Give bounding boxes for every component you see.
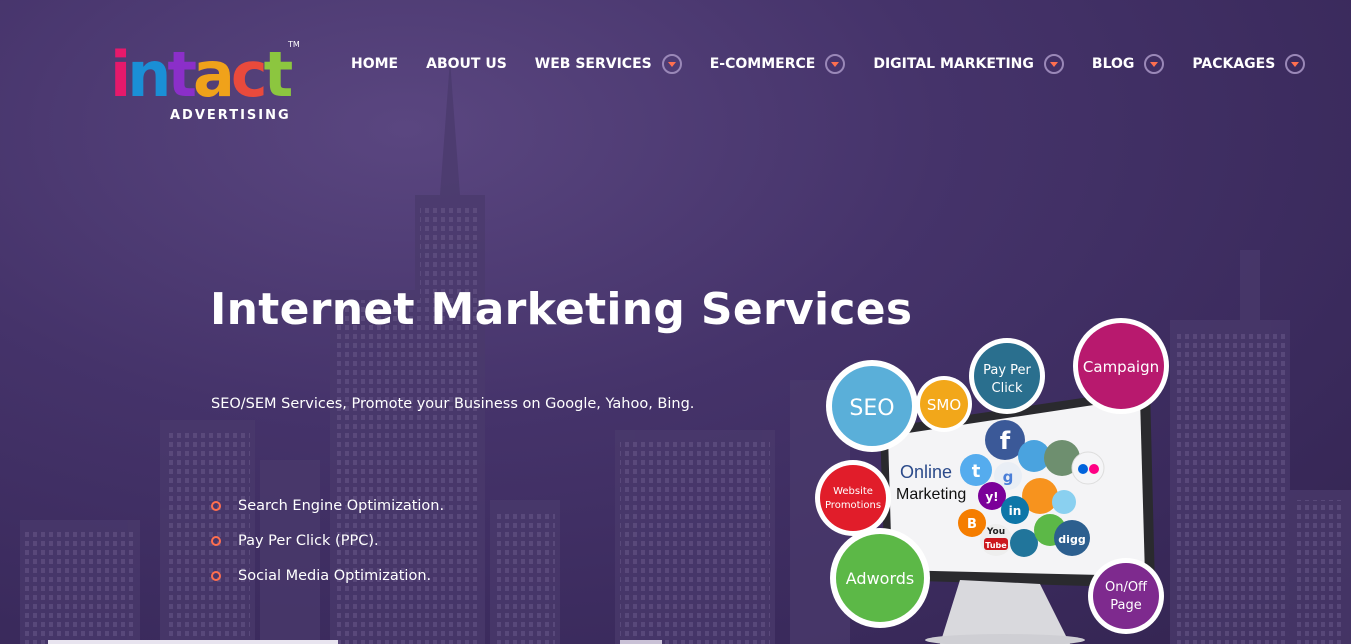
online-marketing-illustration: Online Marketing f t g y! in B You Tube …	[815, 318, 1169, 644]
bubble-label: Pay Per	[983, 363, 1031, 378]
feature-list: Search Engine Optimization. Pay Per Clic…	[211, 488, 444, 593]
bubble-label: Promotions	[825, 500, 881, 511]
slider-indicator	[620, 640, 662, 644]
nav-label: PACKAGES	[1192, 56, 1276, 72]
circle-bullet-icon	[211, 500, 221, 511]
nav-home[interactable]: HOME	[351, 56, 398, 72]
bubble-label: Adwords	[846, 569, 914, 588]
logo-wordmark: intact	[110, 38, 294, 111]
chevron-down-icon[interactable]	[661, 54, 682, 74]
bubble-label: Page	[1110, 598, 1141, 613]
feature-item: Search Engine Optimization.	[211, 488, 444, 523]
chevron-down-icon[interactable]	[1285, 54, 1306, 74]
nav-label: WEB SERVICES	[534, 56, 652, 72]
youtube-icon-bottom: Tube	[985, 541, 1007, 550]
screen-text-online: Online	[900, 462, 952, 482]
main-navigation: HOME ABOUT US WEB SERVICES E-COMMERCE DI…	[351, 52, 1333, 76]
logo-trademark: TM	[288, 40, 300, 49]
bubble-on-off-page: On/Off Page	[1088, 558, 1164, 634]
twitter-icon: t	[972, 461, 981, 482]
bubble-seo: SEO	[826, 360, 918, 452]
hero-subtitle: SEO/SEM Services, Promote your Business …	[211, 396, 695, 412]
nav-packages[interactable]: PACKAGES	[1192, 54, 1306, 74]
bubble-smo: SMO	[916, 376, 972, 432]
logo-letter: a	[193, 38, 235, 111]
circle-bullet-icon	[211, 570, 221, 581]
bubble-label: Click	[992, 381, 1023, 396]
nav-label: ABOUT US	[426, 56, 507, 72]
intact-advertising-logo[interactable]: intact TM ADVERTISING	[110, 40, 310, 130]
hero-title: Internet Marketing Services	[210, 284, 913, 335]
logo-letter: c	[230, 38, 268, 111]
bubble-label: On/Off	[1105, 580, 1148, 595]
bubble-pay-per-click: Pay Per Click	[969, 338, 1045, 414]
circle-bullet-icon	[211, 535, 221, 546]
feature-item: Social Media Optimization.	[211, 558, 444, 593]
feature-item: Pay Per Click (PPC).	[211, 523, 444, 558]
logo-letter: t	[263, 38, 294, 111]
slider-progress-bar	[48, 640, 338, 644]
bubble-label: Campaign	[1083, 358, 1159, 376]
bubble-label: Website	[833, 486, 873, 497]
nav-label: HOME	[351, 56, 399, 72]
screen-text-marketing: Marketing	[896, 486, 966, 503]
nav-blog[interactable]: BLOG	[1092, 54, 1165, 74]
chevron-down-icon[interactable]	[1043, 54, 1064, 74]
nav-label: BLOG	[1091, 56, 1135, 72]
feature-text: Pay Per Click (PPC).	[238, 532, 379, 549]
digg-icon: digg	[1058, 533, 1085, 546]
nav-e-commerce[interactable]: E-COMMERCE	[710, 54, 846, 74]
linkedin-icon: in	[1009, 504, 1022, 518]
feature-text: Search Engine Optimization.	[238, 497, 445, 514]
youtube-icon-top: You	[986, 527, 1005, 537]
google-icon: g	[1003, 468, 1014, 486]
yahoo-icon: y!	[985, 490, 998, 504]
logo-subtitle: ADVERTISING	[170, 108, 291, 123]
bubble-adwords: Adwords	[830, 528, 930, 628]
bubble-label: SEO	[849, 396, 894, 421]
nav-label: DIGITAL MARKETING	[873, 56, 1034, 72]
nav-label: E-COMMERCE	[709, 56, 816, 72]
logo-letter: i	[110, 38, 131, 111]
bubble-website-promotions: Website Promotions	[815, 460, 891, 536]
logo-letter: n	[127, 38, 171, 111]
nav-digital-marketing[interactable]: DIGITAL MARKETING	[873, 54, 1064, 74]
facebook-icon: f	[1000, 427, 1011, 455]
logo-letter: t	[167, 38, 197, 111]
bubble-label: SMO	[927, 396, 961, 414]
feature-text: Social Media Optimization.	[238, 567, 432, 584]
nav-web-services[interactable]: WEB SERVICES	[535, 54, 682, 74]
chevron-down-icon[interactable]	[825, 54, 846, 74]
blogger-icon: B	[967, 517, 977, 532]
chevron-down-icon[interactable]	[1144, 54, 1165, 74]
nav-about-us[interactable]: ABOUT US	[426, 56, 507, 72]
bubble-campaign: Campaign	[1073, 318, 1169, 414]
